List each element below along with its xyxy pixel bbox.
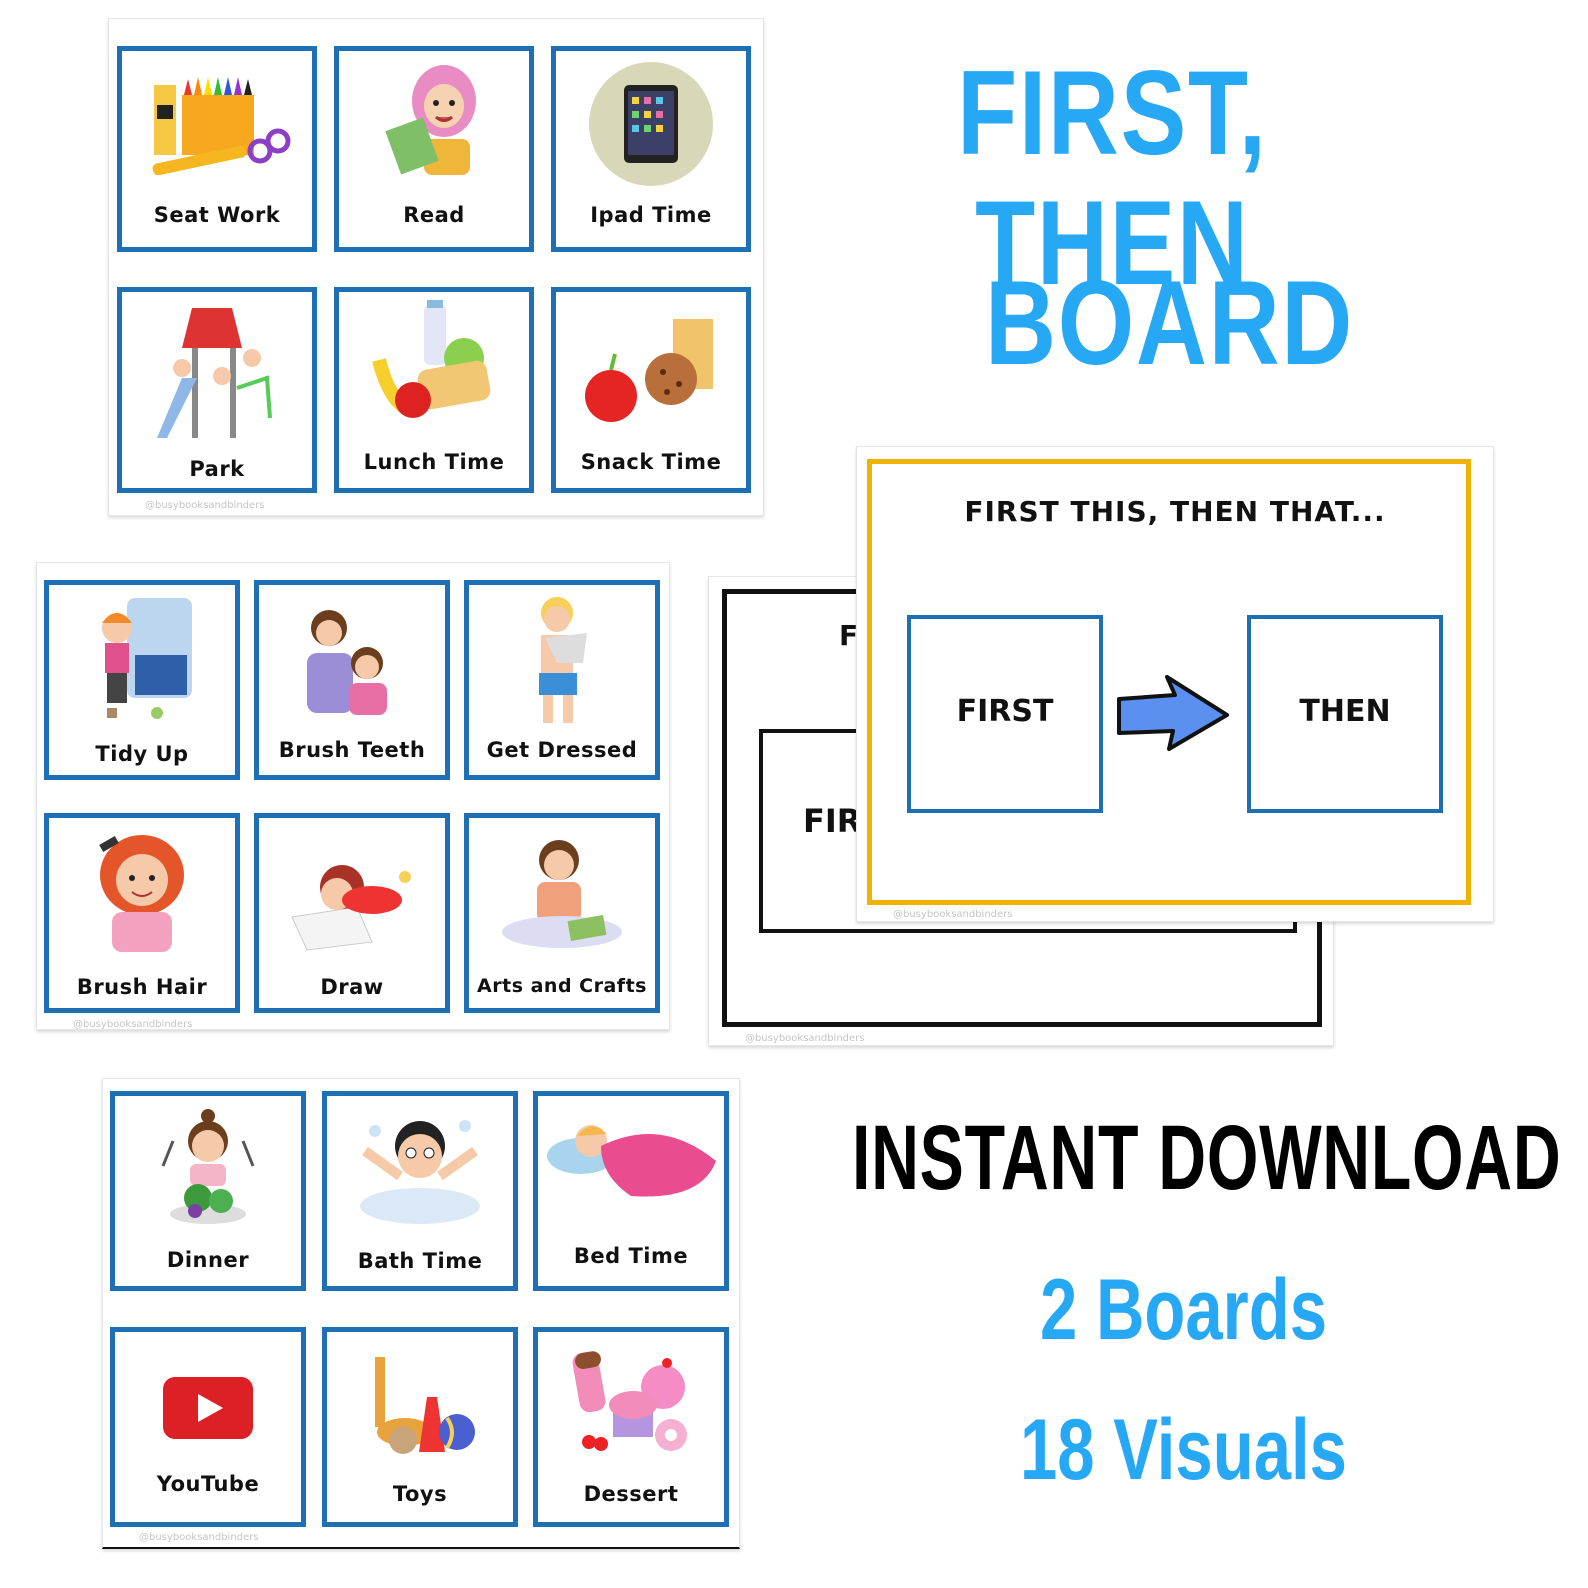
card-label: YouTube (156, 1472, 260, 1496)
card-label: Brush Teeth (278, 738, 426, 762)
headline-line2: BOARD (985, 256, 1354, 390)
playground-icon (157, 308, 272, 438)
draw-icon (291, 865, 411, 951)
brush-hair-icon (99, 835, 184, 952)
visual-card[interactable]: Dinner (110, 1091, 306, 1291)
visual-card[interactable]: Brush Teeth (254, 580, 450, 780)
brush-teeth-icon (307, 610, 387, 715)
first-slot[interactable]: FIRST (907, 615, 1103, 813)
card-label: Draw (320, 975, 384, 999)
card-label: Lunch Time (363, 450, 505, 474)
tablet-icon (589, 62, 713, 186)
arts-crafts-icon (502, 840, 622, 948)
visual-card[interactable]: Get Dressed (464, 580, 660, 780)
card-label: Bed Time (573, 1244, 689, 1268)
school-supplies-icon (152, 77, 291, 175)
visual-card[interactable]: Seat Work (117, 46, 317, 252)
dessert-icon (572, 1351, 687, 1451)
card-label: Ipad Time (590, 203, 712, 227)
dinner-icon (161, 1109, 255, 1224)
boards-count-text: 2 Boards (1040, 1262, 1328, 1358)
snack-apple-cookie-icon (585, 319, 713, 422)
lunch-food-icon (372, 300, 491, 418)
card-label: Seat Work (153, 203, 281, 227)
reading-girl-icon (385, 65, 476, 175)
watermark: @busybooksandbinders (139, 1532, 259, 1543)
visual-card[interactable]: Tidy Up (44, 580, 240, 780)
first-then-board-front: FIRST THIS, THEN THAT... FIRST THEN @bus… (856, 446, 1494, 922)
visual-card[interactable]: Brush Hair (44, 813, 240, 1013)
card-label: Tidy Up (95, 742, 189, 766)
visual-card[interactable]: YouTube (110, 1327, 306, 1527)
card-label: Park (189, 457, 245, 481)
visual-card[interactable]: Park (117, 287, 317, 493)
then-slot-label: THEN (1299, 694, 1391, 729)
tidy-up-icon (102, 598, 192, 719)
card-label: Get Dressed (486, 738, 638, 762)
watermark: @busybooksandbinders (893, 909, 1013, 920)
visual-sheet-1: Seat Work Read Ipad Time Park Lunch Time… (108, 18, 764, 516)
right-arrow-icon (1117, 675, 1229, 751)
card-label: Brush Hair (76, 975, 208, 999)
watermark: @busybooksandbinders (73, 1019, 193, 1030)
card-label: Dessert (583, 1482, 679, 1506)
visual-card[interactable]: Dessert (533, 1327, 729, 1527)
visual-card[interactable]: Bath Time (322, 1091, 518, 1291)
toys-icon (375, 1357, 475, 1454)
get-dressed-icon (539, 597, 587, 723)
watermark: @busybooksandbinders (145, 500, 265, 511)
visual-sheet-2: Tidy Up Brush Teeth Get Dressed Brush Ha… (36, 562, 670, 1030)
visual-card[interactable]: Bed Time (533, 1091, 729, 1291)
bed-icon (547, 1125, 716, 1197)
instant-download-text: INSTANT DOWNLOAD (852, 1107, 1562, 1209)
visual-card[interactable]: Lunch Time (334, 287, 534, 493)
visual-card[interactable]: Read (334, 46, 534, 252)
visual-card[interactable]: Toys (322, 1327, 518, 1527)
card-label: Bath Time (357, 1249, 483, 1273)
visuals-count-text: 18 Visuals (1020, 1402, 1347, 1498)
watermark: @busybooksandbinders (745, 1033, 865, 1044)
then-slot[interactable]: THEN (1247, 615, 1443, 813)
board-heading: FIRST THIS, THEN THAT... (964, 495, 1386, 528)
visual-card[interactable]: Snack Time (551, 287, 751, 493)
bath-icon (360, 1120, 480, 1224)
visual-card[interactable]: Arts and Crafts (464, 813, 660, 1013)
visual-card[interactable]: Ipad Time (551, 46, 751, 252)
youtube-icon (163, 1377, 253, 1439)
visual-card[interactable]: Draw (254, 813, 450, 1013)
card-label: Read (403, 203, 465, 227)
visual-sheet-3: Dinner Bath Time Bed Time YouTube Toys D… (102, 1078, 740, 1549)
card-label: Toys (392, 1482, 448, 1506)
card-label: Arts and Crafts (477, 975, 647, 997)
first-slot-label: FIRST (956, 694, 1054, 729)
card-label: Snack Time (580, 450, 722, 474)
card-label: Dinner (166, 1248, 250, 1272)
